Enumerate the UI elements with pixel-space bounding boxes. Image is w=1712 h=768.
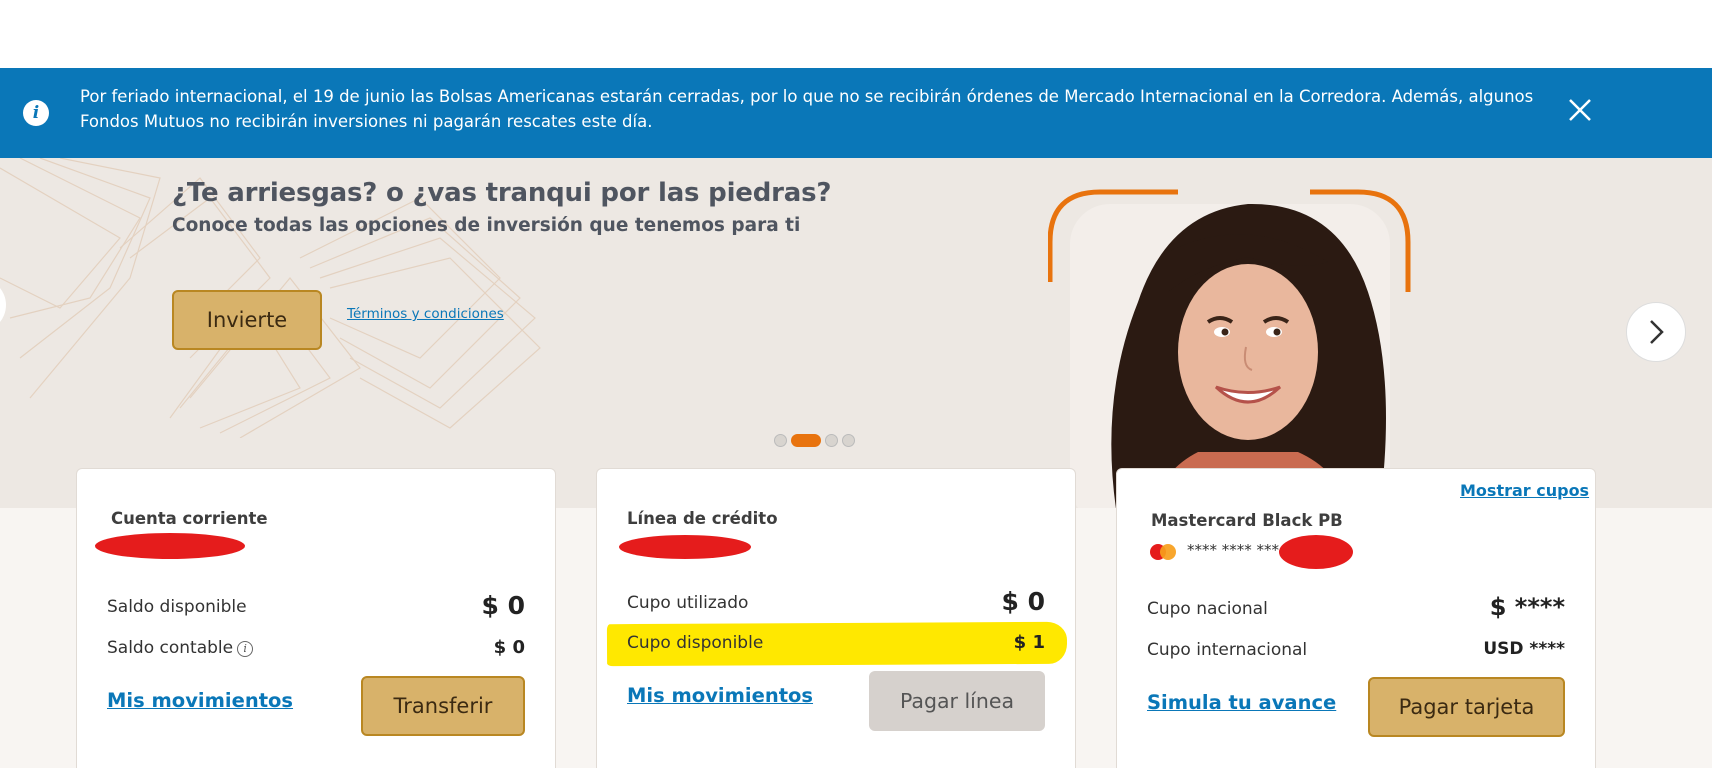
- invest-button[interactable]: Invierte: [172, 290, 322, 350]
- info-icon[interactable]: i: [237, 641, 254, 657]
- national-limit-label: Cupo nacional: [1147, 599, 1268, 619]
- movements-link[interactable]: Mis movimientos: [107, 689, 293, 712]
- national-limit-value: $ ****: [1489, 593, 1565, 621]
- redaction-mark: [95, 533, 245, 559]
- promo-carousel: ¿Te arriesgas? o ¿vas tranqui por las pi…: [0, 158, 1712, 508]
- notice-banner: i Por feriado internacional, el 19 de ju…: [0, 68, 1712, 158]
- checking-account-card: Cuenta corriente Saldo disponible $ 0 Sa…: [76, 468, 556, 768]
- available-limit-value: $ 1: [1013, 632, 1045, 653]
- show-limits-link[interactable]: Mostrar cupos: [1460, 481, 1589, 500]
- chevron-right-icon: [1650, 320, 1664, 344]
- card-title: Cuenta corriente: [111, 509, 268, 528]
- hero-title: ¿Te arriesgas? o ¿vas tranqui por las pi…: [172, 178, 832, 208]
- carousel-next-button[interactable]: [1626, 302, 1686, 362]
- pay-line-button[interactable]: Pagar línea: [869, 671, 1045, 731]
- international-limit-value: USD ****: [1483, 639, 1565, 659]
- redaction-mark: [1279, 535, 1353, 569]
- card-title: Mastercard Black PB: [1151, 511, 1343, 530]
- available-balance-label: Saldo disponible: [107, 597, 247, 617]
- card-title: Línea de crédito: [627, 509, 778, 528]
- international-limit-label: Cupo internacional: [1147, 640, 1308, 660]
- redaction-mark: [619, 535, 751, 559]
- carousel-dot[interactable]: [842, 434, 855, 447]
- available-balance-value: $ 0: [481, 591, 526, 620]
- movements-link[interactable]: Mis movimientos: [627, 684, 813, 707]
- carousel-dot[interactable]: [825, 434, 838, 447]
- used-limit-value: $ 0: [1001, 587, 1046, 616]
- credit-line-card: Línea de crédito Cupo utilizado $ 0 Cupo…: [596, 468, 1076, 768]
- carousel-dots: [774, 434, 855, 447]
- info-icon: i: [23, 100, 49, 126]
- hero-subtitle: Conoce todas las opciones de inversión q…: [172, 215, 801, 236]
- masked-card-number: **** **** ***: [1187, 541, 1280, 559]
- carousel-dot-active[interactable]: [791, 434, 821, 447]
- close-icon[interactable]: [1566, 96, 1594, 124]
- carousel-dot[interactable]: [774, 434, 787, 447]
- accounting-balance-text: Saldo contable: [107, 638, 234, 658]
- accounting-balance-value: $ 0: [493, 637, 525, 658]
- notice-message: Por feriado internacional, el 19 de juni…: [80, 87, 1534, 131]
- credit-card-card: Mostrar cupos Mastercard Black PB **** *…: [1116, 468, 1596, 768]
- simulate-advance-link[interactable]: Simula tu avance: [1147, 691, 1336, 714]
- mastercard-icon: [1150, 544, 1176, 560]
- used-limit-label: Cupo utilizado: [627, 593, 749, 613]
- terms-link[interactable]: Términos y condiciones: [347, 306, 504, 322]
- transfer-button[interactable]: Transferir: [361, 676, 525, 736]
- accounting-balance-label: Saldo contable i: [107, 638, 254, 658]
- promo-photo: [1048, 189, 1411, 508]
- top-strip: [0, 0, 1712, 68]
- available-limit-label: Cupo disponible: [627, 633, 764, 653]
- pay-card-button[interactable]: Pagar tarjeta: [1368, 677, 1565, 737]
